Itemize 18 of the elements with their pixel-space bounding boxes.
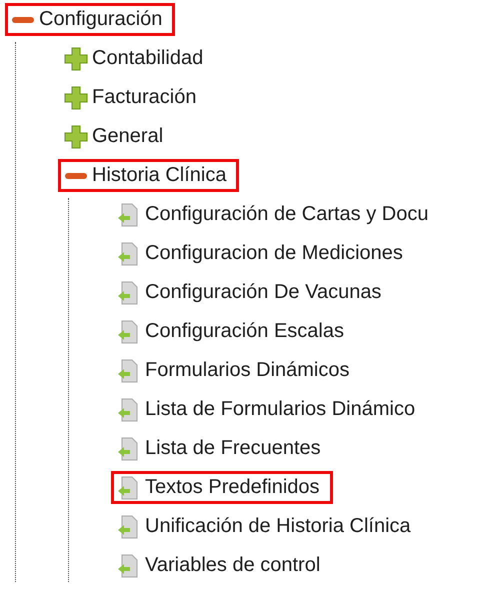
tree-item[interactable]: General bbox=[58, 120, 176, 153]
tree-item[interactable]: Variables de control bbox=[111, 549, 334, 582]
tree-item[interactable]: Configuración bbox=[5, 3, 176, 36]
tree-item[interactable]: Contabilidad bbox=[58, 42, 216, 75]
tree-item[interactable]: Configuración de Cartas y Docu bbox=[111, 198, 442, 231]
tree-item[interactable]: Historia Clínica bbox=[58, 159, 240, 192]
tree-item[interactable]: Lista de Formularios Dinámico bbox=[111, 393, 428, 426]
tree-item[interactable]: Lista de Frecuentes bbox=[111, 432, 334, 465]
tree-item[interactable]: Formularios Dinámicos bbox=[111, 354, 362, 387]
tree-item[interactable]: Facturación bbox=[58, 81, 210, 114]
plus-icon[interactable] bbox=[64, 46, 88, 70]
tree-item[interactable]: Textos Predefinidos bbox=[111, 471, 333, 504]
plus-icon[interactable] bbox=[64, 86, 88, 110]
tree-item[interactable]: Configuración De Vacunas bbox=[111, 276, 394, 309]
tree-item[interactable]: Unificación de Historia Clínica bbox=[111, 510, 424, 543]
tree-item[interactable]: Configuracion de Mediciones bbox=[111, 237, 416, 270]
tree-item[interactable]: Configuración Escalas bbox=[111, 315, 357, 348]
plus-icon[interactable] bbox=[64, 124, 88, 148]
